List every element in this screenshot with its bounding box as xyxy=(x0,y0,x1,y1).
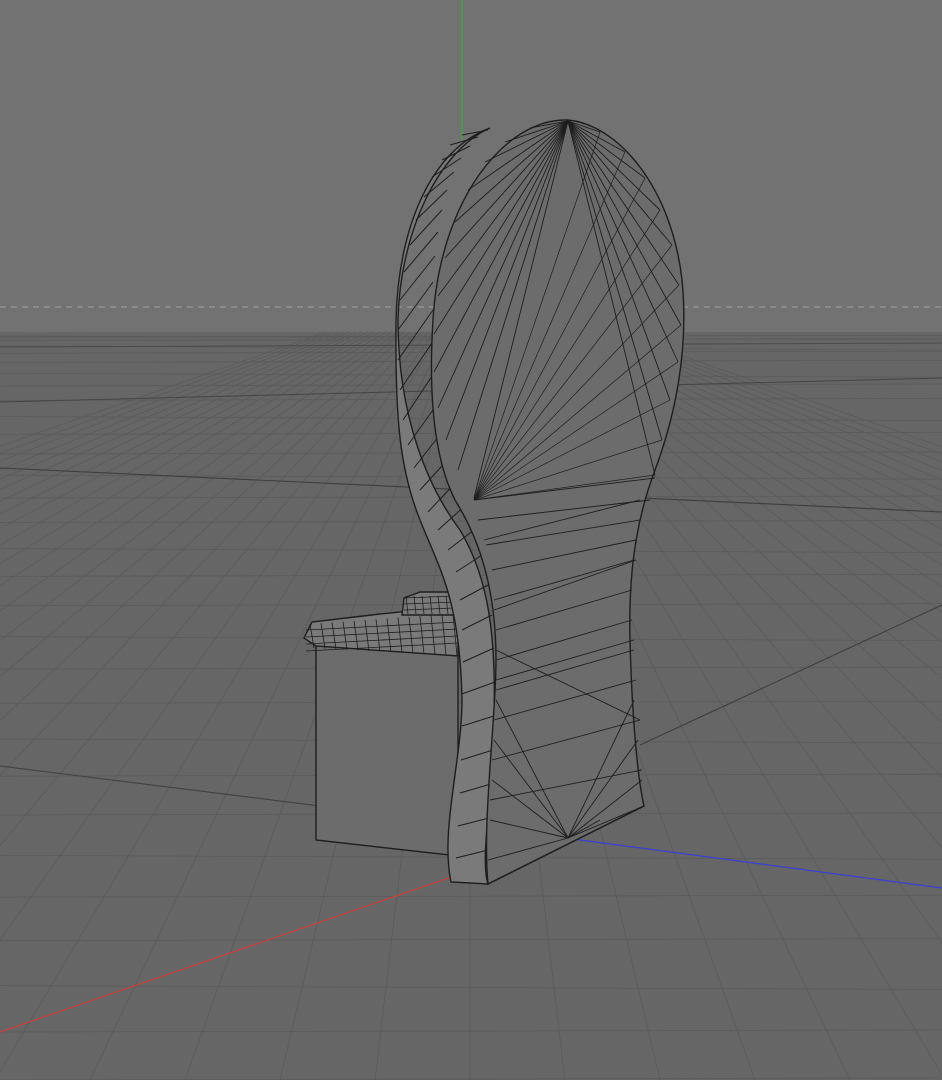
viewport-canvas[interactable] xyxy=(0,0,942,1080)
chair-seat[interactable] xyxy=(303,591,459,857)
3d-viewport[interactable] xyxy=(0,0,942,1080)
seat-front-face xyxy=(315,644,459,857)
